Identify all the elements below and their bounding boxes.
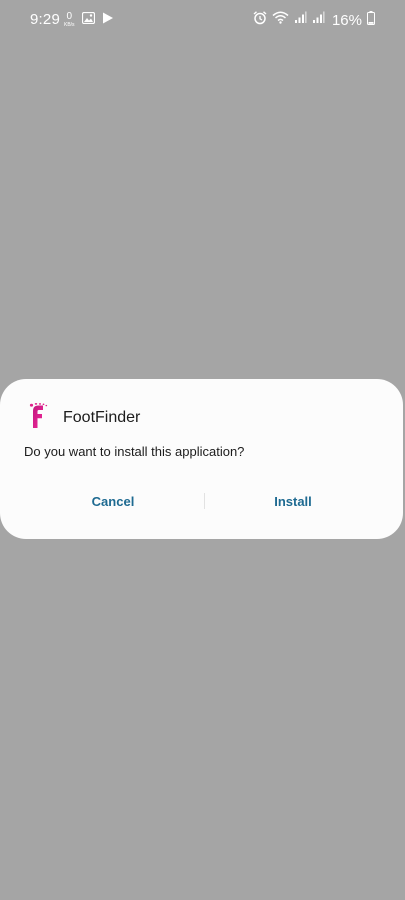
install-button[interactable]: Install (205, 491, 381, 513)
gallery-icon (81, 11, 95, 29)
battery-icon (367, 10, 375, 30)
footfinder-logo-icon (27, 403, 49, 429)
alarm-icon (253, 10, 267, 30)
status-left-icons: 0 KB/s (64, 11, 114, 29)
net-speed-unit: KB/s (64, 22, 75, 28)
wifi-icon (272, 11, 289, 29)
cancel-button[interactable]: Cancel (20, 491, 206, 513)
install-prompt: Do you want to install this application? (24, 444, 245, 459)
battery-percent: 16% (331, 11, 362, 29)
install-dialog: FootFinder Do you want to install this a… (0, 379, 403, 539)
net-speed-indicator: 0 KB/s (64, 12, 75, 28)
play-store-icon (102, 11, 114, 29)
status-right-icons: 16% (253, 10, 375, 30)
net-speed-value: 0 (66, 11, 73, 22)
app-name: FootFinder (63, 409, 141, 426)
status-bar: 9:29 0 KB/s 16% (0, 0, 405, 40)
signal-icon (312, 11, 325, 29)
signal-icon (294, 11, 307, 29)
status-time: 9:29 (30, 11, 60, 28)
